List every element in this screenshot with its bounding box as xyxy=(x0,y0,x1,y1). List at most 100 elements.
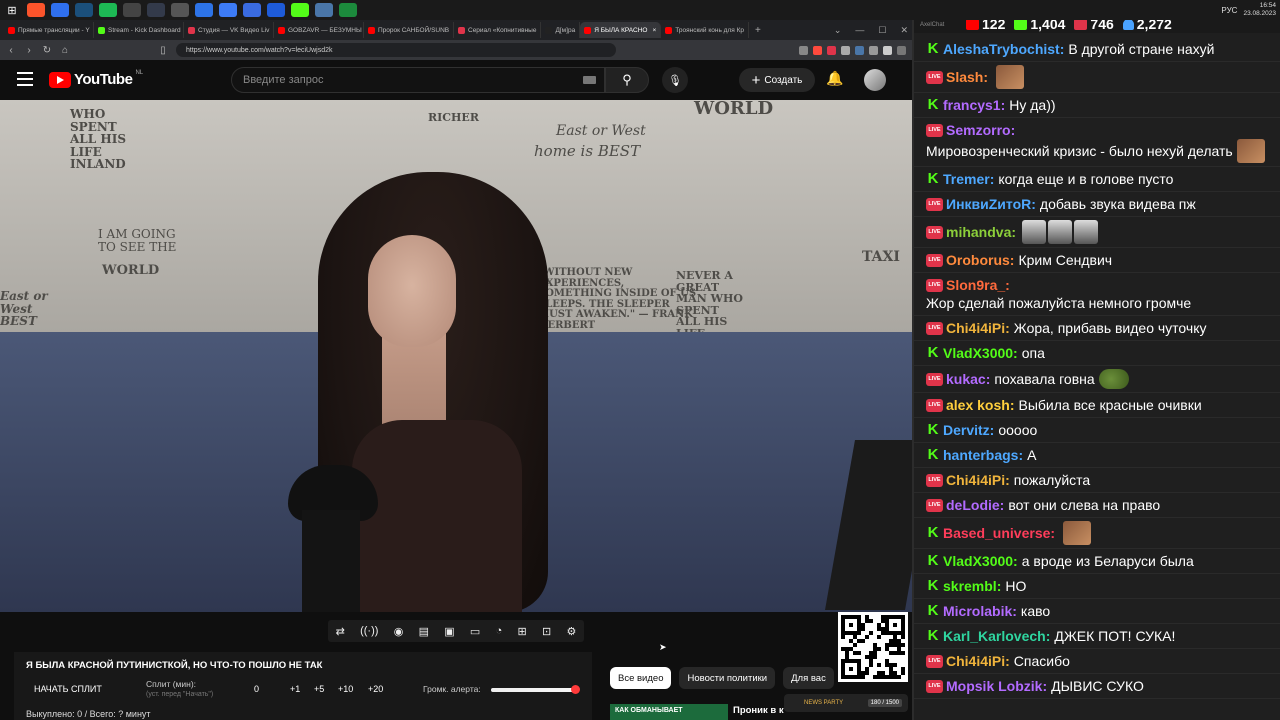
keyboard-icon[interactable] xyxy=(583,76,596,84)
filter-chip[interactable]: Все видео xyxy=(610,667,672,689)
brave-browser-icon[interactable] xyxy=(27,3,45,17)
browser-tab[interactable]: Stream - Kick Dashboard xyxy=(94,22,184,38)
steam-icon[interactable] xyxy=(75,3,93,17)
clock[interactable]: 16:54 23.08.2023 xyxy=(1243,2,1276,18)
lang-indicator[interactable]: РУС xyxy=(1221,6,1237,15)
increment-button[interactable]: +10 xyxy=(338,684,353,694)
chat-nick[interactable]: VladX3000: xyxy=(943,552,1018,570)
app-blue-icon[interactable] xyxy=(51,3,69,17)
chat-nick[interactable]: deLodie: xyxy=(946,496,1004,514)
bell-icon[interactable]: 🔔 xyxy=(826,70,843,87)
extension-icon[interactable] xyxy=(855,45,864,55)
chat-nick[interactable]: Semzorro: xyxy=(946,121,1015,139)
forward-button[interactable]: › xyxy=(24,45,34,56)
speed-icon[interactable]: ◔ xyxy=(496,625,503,637)
slider-knob[interactable] xyxy=(571,685,581,694)
maximize-button[interactable]: ☐ xyxy=(878,25,886,36)
reload-button[interactable]: ↻ xyxy=(42,45,52,56)
chat-nick[interactable]: Slash: xyxy=(946,68,988,86)
voice-search-button[interactable]: 🎙 xyxy=(662,67,688,93)
bookmark-icon[interactable]: ▯ xyxy=(158,45,168,56)
browser-tab[interactable]: Я БЫЛА КРАСНО × xyxy=(580,22,662,38)
settings-icon[interactable]: ⚙ xyxy=(566,625,576,638)
suggestion-title[interactable]: Проник в к xyxy=(733,705,784,716)
chat-nick[interactable]: AleshaTrybochist: xyxy=(943,40,1064,58)
youtube-logo[interactable]: YouTube NL xyxy=(49,70,143,88)
search-input[interactable]: Введите запрос xyxy=(231,67,605,93)
filter-chip[interactable]: Для вас xyxy=(783,667,834,689)
start-split-button[interactable]: НАЧАТЬ СПЛИТ xyxy=(34,684,102,694)
close-window-button[interactable]: ✕ xyxy=(900,25,908,36)
increment-button[interactable]: +1 xyxy=(290,684,300,694)
url-field[interactable]: https://www.youtube.com/watch?v=leciUwjs… xyxy=(176,43,616,57)
chat-nick[interactable]: skrembl: xyxy=(943,577,1001,595)
chat-nick[interactable]: hanterbags: xyxy=(943,446,1023,464)
app-play-icon[interactable] xyxy=(267,3,285,17)
browser-tab[interactable]: Студия — VK Видео Liv xyxy=(184,22,274,38)
frame-icon[interactable]: ▣ xyxy=(444,625,454,638)
browser-tab[interactable]: GOBZAVR — БЕЗУМНЫ xyxy=(274,22,364,38)
app-green-icon[interactable] xyxy=(339,3,357,17)
browser-tab[interactable]: Сериал «Копнитивные xyxy=(454,22,542,38)
chat-nick[interactable]: Chi4i4iPi: xyxy=(946,319,1010,337)
app-chat-icon[interactable] xyxy=(243,3,261,17)
theater-icon[interactable]: ▭ xyxy=(470,625,480,638)
increment-button[interactable]: +5 xyxy=(314,684,324,694)
chat-nick[interactable]: alex kosh: xyxy=(946,396,1014,414)
app-chrome-icon[interactable] xyxy=(123,3,141,17)
chat-nick[interactable]: Based_universe: xyxy=(943,524,1055,542)
increment-button[interactable]: +20 xyxy=(368,684,383,694)
chat-nick[interactable]: ИнквиZитоR: xyxy=(946,195,1036,213)
extension-icon[interactable] xyxy=(869,45,878,55)
chat-nick[interactable]: Chi4i4iPi: xyxy=(946,471,1010,489)
chat-nick[interactable]: Oroborus: xyxy=(946,251,1014,269)
home-button[interactable]: ⌂ xyxy=(60,45,70,56)
browser-tab[interactable]: Д[м]ра xyxy=(541,22,581,38)
alert-volume-slider[interactable] xyxy=(491,685,581,694)
chat-nick[interactable]: francys1: xyxy=(943,96,1005,114)
spotify-icon[interactable] xyxy=(99,3,117,17)
loop-icon[interactable]: ⇄ xyxy=(336,625,345,638)
chat-nick[interactable]: Mopsik Lobzik: xyxy=(946,677,1047,695)
tab-close-icon[interactable]: × xyxy=(652,27,656,34)
back-button[interactable]: ‹ xyxy=(6,45,16,56)
minimize-button[interactable]: — xyxy=(855,25,864,35)
app-grid-icon[interactable] xyxy=(171,3,189,17)
search-button[interactable]: ⚲ xyxy=(605,67,649,93)
chat-nick[interactable]: Chi4i4iPi: xyxy=(946,652,1010,670)
chat-nick[interactable]: Slon9ra_: xyxy=(946,276,1010,294)
create-button[interactable]: + Создать xyxy=(739,68,815,92)
extension-icon[interactable] xyxy=(799,45,808,55)
video-player[interactable]: WORLD East or West home is BEST I AM GOI… xyxy=(0,100,912,612)
windows-start-icon[interactable]: ⊞ xyxy=(3,3,21,17)
chat-nick[interactable]: Microlabik: xyxy=(943,602,1017,620)
menu-icon[interactable] xyxy=(17,72,33,86)
app-blue-2-icon[interactable] xyxy=(195,3,213,17)
suggestion-thumbnail[interactable]: КАК ОБМАНЫВАЕТ xyxy=(610,704,728,720)
extension-icon[interactable] xyxy=(841,45,850,55)
tab-search-icon[interactable]: ⌄ xyxy=(834,25,842,36)
browser-tab[interactable]: Пророк САНБОЙ/SUNB xyxy=(364,22,454,38)
chat-nick[interactable]: VladX3000: xyxy=(943,344,1018,362)
chat-nick[interactable]: kukac: xyxy=(946,370,990,388)
chat-nick[interactable]: Tremer: xyxy=(943,170,994,188)
app-vk-icon[interactable] xyxy=(315,3,333,17)
chat-nick[interactable]: mihandva: xyxy=(946,223,1016,241)
broadcast-icon[interactable]: ((·)) xyxy=(360,625,378,637)
avatar[interactable] xyxy=(864,69,886,91)
extension-icon[interactable] xyxy=(883,45,892,55)
extension-icon[interactable] xyxy=(813,45,822,55)
camera-eye-icon[interactable]: ◉ xyxy=(394,625,404,638)
obs-icon[interactable] xyxy=(147,3,165,17)
extension-icon[interactable] xyxy=(897,45,906,55)
screenshot-icon[interactable]: ⊡ xyxy=(542,625,551,638)
browser-tab[interactable]: Прямые трансляции - Y xyxy=(4,22,94,38)
clapper-icon[interactable]: ▤ xyxy=(419,625,429,638)
kick-app-icon[interactable] xyxy=(291,3,309,17)
chat-nick[interactable]: Karl_Karlovech: xyxy=(943,627,1050,645)
add-clip-icon[interactable]: ⊞ xyxy=(518,625,527,638)
app-arrow-icon[interactable] xyxy=(219,3,237,17)
filter-chip[interactable]: Новости политики xyxy=(679,667,776,689)
chat-nick[interactable]: Dervitz: xyxy=(943,421,994,439)
new-tab-button[interactable]: + xyxy=(749,25,767,36)
